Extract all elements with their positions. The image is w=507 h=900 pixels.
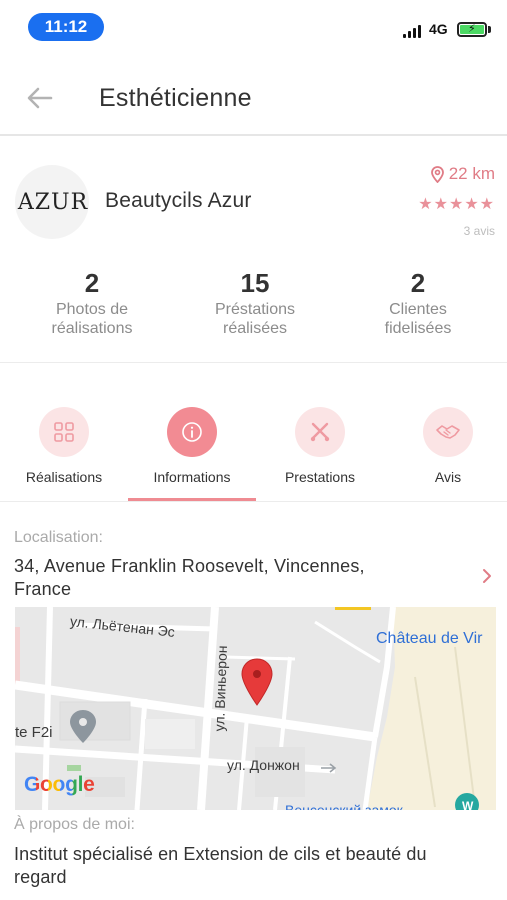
tab-label: Avis	[434, 469, 462, 485]
back-button[interactable]	[22, 80, 58, 116]
stat-value: 2	[84, 268, 100, 298]
chevron-right-icon[interactable]	[478, 565, 496, 587]
tools-icon	[295, 407, 345, 457]
battery-icon: ⚡	[457, 22, 487, 37]
page-title: Esthéticienne	[99, 84, 252, 112]
about-label: À propos de moi:	[14, 816, 135, 833]
tab-realisations[interactable]: Réalisations	[0, 405, 128, 501]
location-pin-icon	[430, 165, 444, 183]
time-pill[interactable]: 11:12	[28, 13, 104, 41]
location-label: Localisation:	[14, 529, 103, 546]
map-view[interactable]: W ул. Льётенан Эс ул. Виньерон ул. Донжо…	[15, 607, 496, 810]
divider	[0, 501, 507, 502]
about-text: Institut spécialisé en Extension de cils…	[14, 843, 494, 889]
map-place-label: Château de Vir	[376, 630, 483, 647]
about-text-line: Institut spécialisé en Extension de cils…	[14, 844, 427, 864]
status-bar: 11:12 4G ⚡	[0, 0, 507, 52]
tab-informations[interactable]: Informations	[128, 405, 256, 501]
svg-text:W: W	[462, 799, 474, 810]
tab-avis[interactable]: Avis	[384, 405, 507, 501]
arrow-left-icon	[27, 87, 53, 109]
stat-label: réalisations	[51, 320, 133, 337]
stat-label: réalisées	[222, 320, 288, 337]
tab-bar: Réalisations Informations Prestations Av…	[0, 405, 507, 501]
avatar-logo-text: AZUR	[17, 189, 89, 215]
tab-label: Prestations	[284, 469, 356, 485]
stat-label: Préstations	[214, 301, 296, 318]
app-header: Esthéticienne	[0, 62, 507, 136]
battery-cap	[488, 26, 491, 33]
stat-label: fidelisées	[384, 320, 452, 337]
google-logo-text: Google	[24, 773, 95, 796]
stat-label: Photos de	[55, 301, 129, 318]
address-line: 34, Avenue Franklin Roosevelt, Vincennes…	[14, 556, 365, 576]
address-line: France	[14, 579, 72, 599]
stat-value: 15	[240, 268, 270, 298]
stat-label: Clientes	[389, 301, 447, 318]
reviews-count[interactable]: 3 avis	[464, 224, 495, 238]
handshake-icon	[423, 407, 473, 457]
info-icon	[167, 407, 217, 457]
stat-prestations[interactable]: 15 Préstations réalisées	[180, 268, 330, 338]
distance: 22 km	[430, 164, 495, 184]
tab-prestations[interactable]: Prestations	[256, 405, 384, 501]
google-logo: Google	[24, 773, 95, 797]
rating-stars: ★★★★★	[418, 196, 495, 213]
stat-value: 2	[410, 268, 426, 298]
cellular-signal-icon	[403, 24, 421, 38]
stat-photos[interactable]: 2 Photos de réalisations	[17, 268, 167, 338]
map-street-label: ул. Виньерон	[211, 645, 230, 732]
map-place-label: te F2i	[15, 724, 53, 741]
grid-icon	[39, 407, 89, 457]
address[interactable]: 34, Avenue Franklin Roosevelt, Vincennes…	[14, 555, 434, 601]
stat-clientes[interactable]: 2 Clientes fidelisées	[343, 268, 493, 338]
about-text-line: regard	[14, 867, 67, 887]
tab-label: Réalisations	[25, 469, 103, 485]
avatar: AZUR	[15, 165, 89, 239]
divider	[0, 362, 507, 363]
map-place-label: Венсенский замок	[285, 802, 403, 810]
tab-label: Informations	[153, 469, 231, 485]
profile-name: Beautycils Azur	[105, 189, 252, 212]
map-street-label: ул. Донжон	[227, 757, 300, 773]
network-type: 4G	[429, 21, 448, 37]
distance-value: 22 km	[448, 164, 495, 183]
